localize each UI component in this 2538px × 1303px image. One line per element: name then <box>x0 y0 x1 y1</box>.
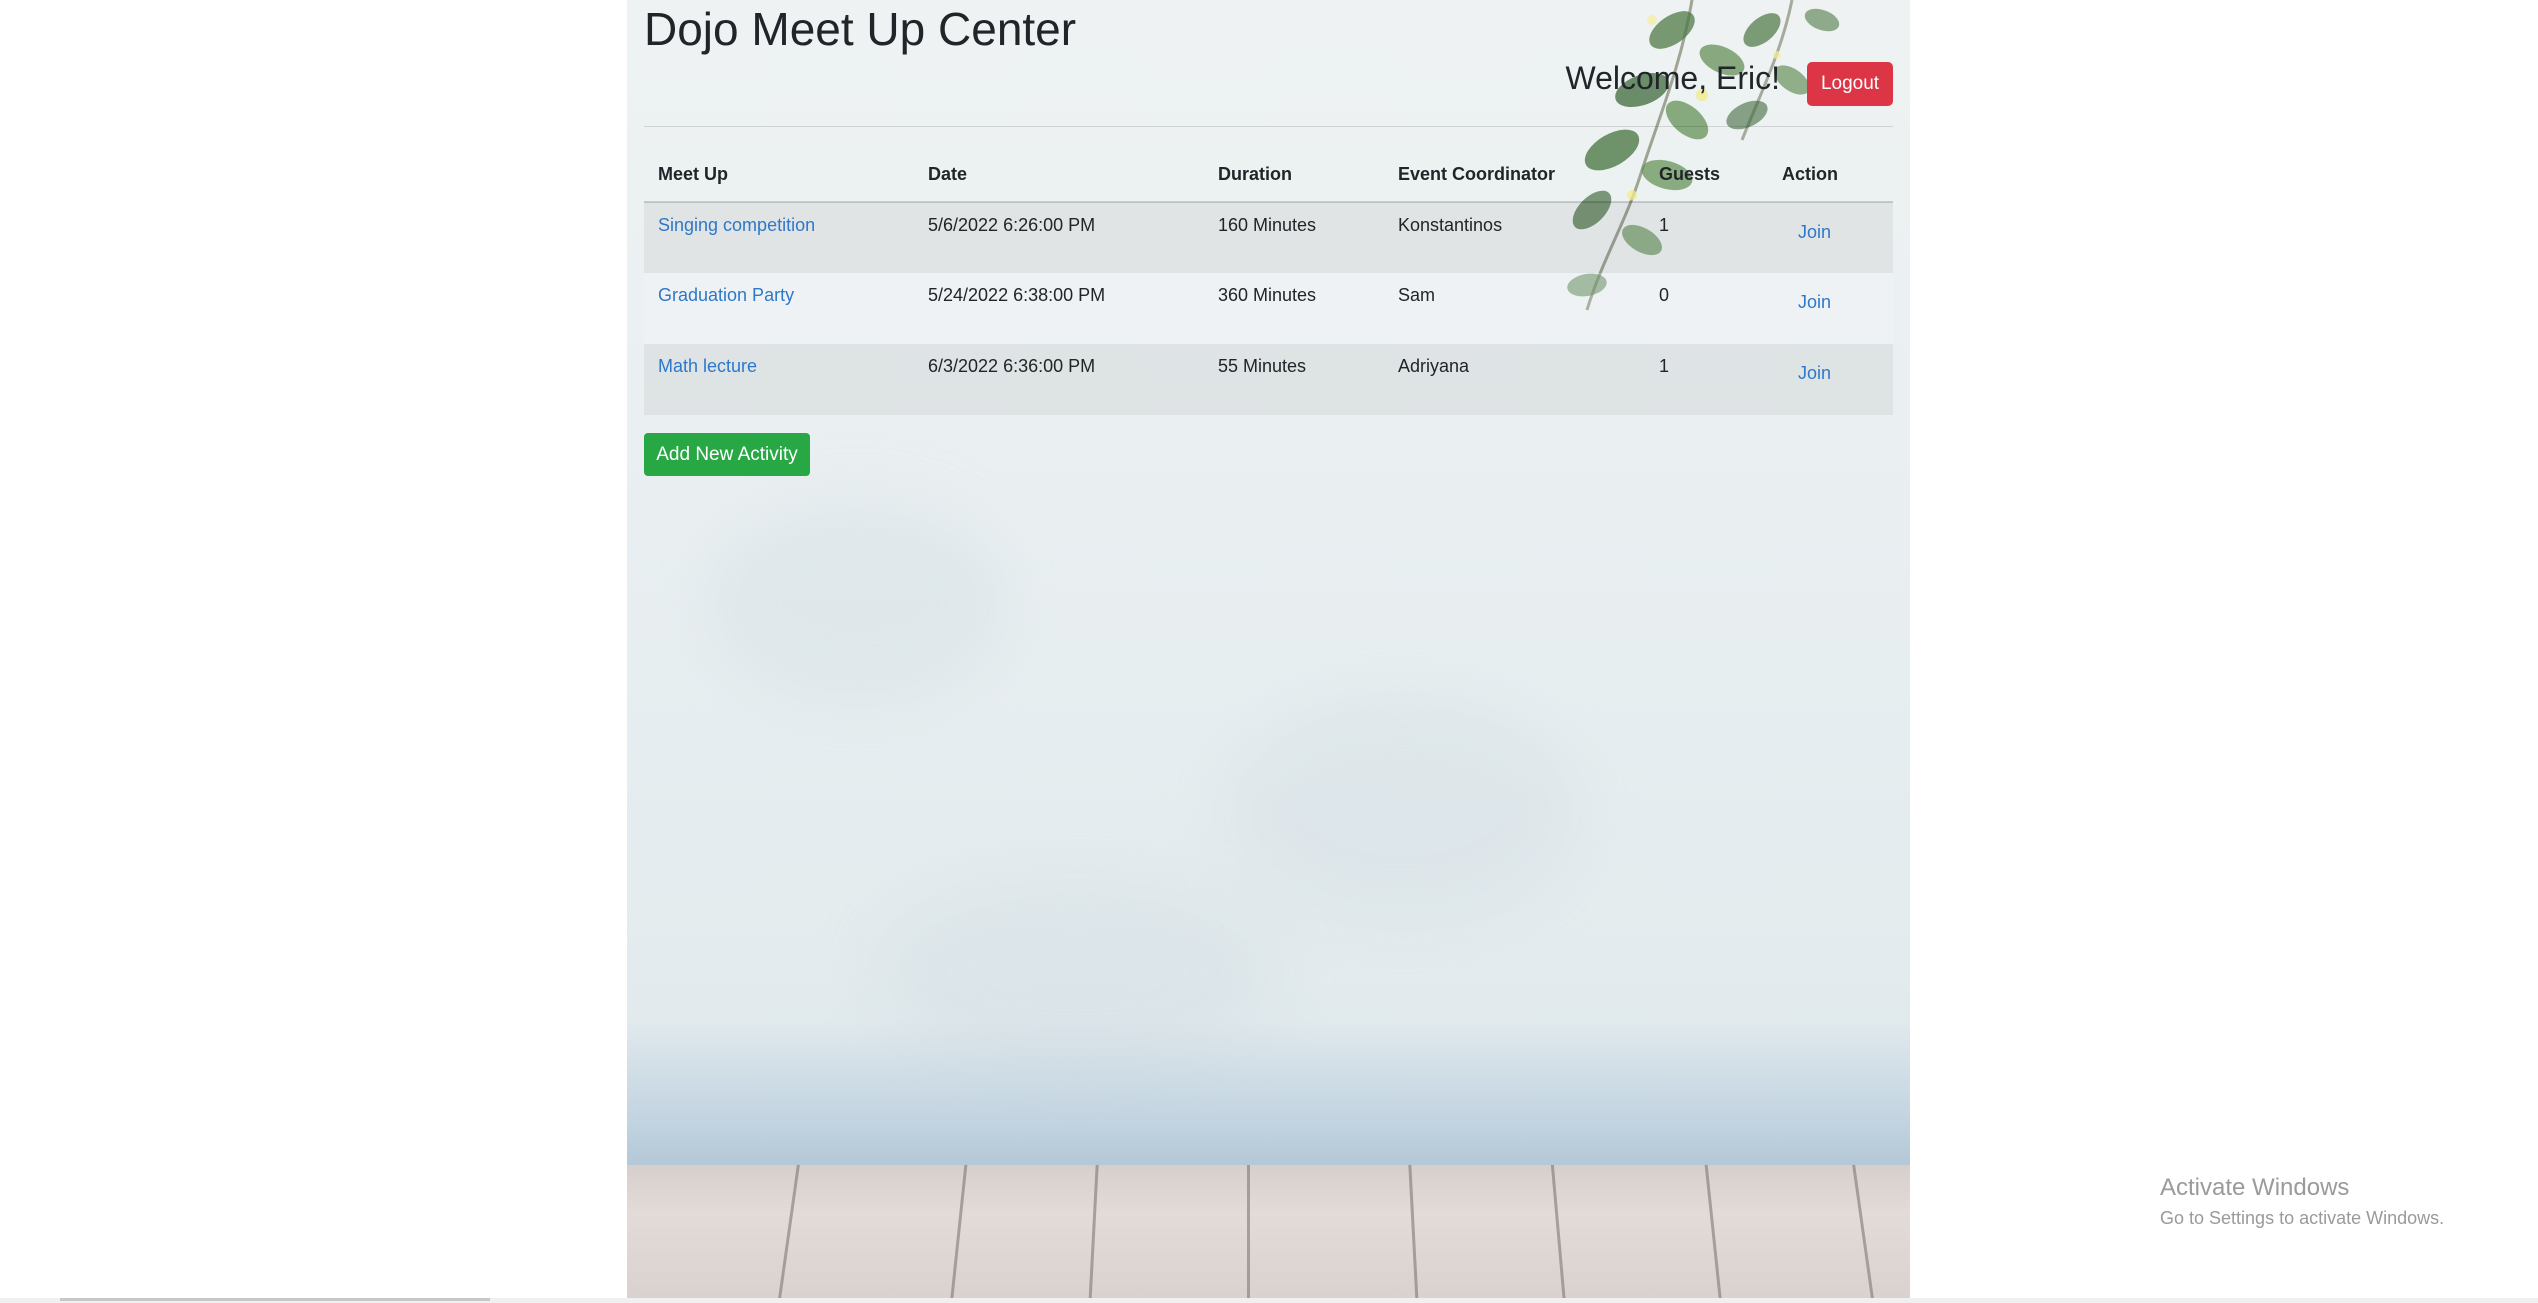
wall-texture <box>1227 700 1577 920</box>
column-header-duration: Duration <box>1204 148 1384 203</box>
date-cell: 5/6/2022 6:26:00 PM <box>914 202 1204 273</box>
duration-cell: 360 Minutes <box>1204 273 1384 344</box>
meetup-cell: Math lecture <box>644 344 914 415</box>
table-row: Math lecture 6/3/2022 6:36:00 PM 55 Minu… <box>644 344 1893 415</box>
meetup-link[interactable]: Math lecture <box>658 356 757 376</box>
page-title: Dojo Meet Up Center <box>644 3 1077 55</box>
column-header-guests: Guests <box>1645 148 1768 203</box>
guests-cell: 1 <box>1645 202 1768 273</box>
duration-cell: 55 Minutes <box>1204 344 1384 415</box>
coordinator-cell: Adriyana <box>1384 344 1645 415</box>
date-cell: 5/24/2022 6:38:00 PM <box>914 273 1204 344</box>
column-header-date: Date <box>914 148 1204 203</box>
guests-cell: 1 <box>1645 344 1768 415</box>
guests-cell: 0 <box>1645 273 1768 344</box>
floor-plank-line <box>1247 1165 1250 1298</box>
watermark-title: Activate Windows <box>2160 1174 2350 1201</box>
wall-texture <box>707 500 1007 700</box>
wall-shadow <box>627 1020 1910 1170</box>
activate-windows-watermark: Activate Windows Go to Settings to activ… <box>2160 1174 2444 1229</box>
add-new-activity-button[interactable]: Add New Activity <box>644 433 810 476</box>
meetup-link[interactable]: Graduation Party <box>658 285 794 305</box>
table-header-row: Meet Up Date Duration Event Coordinator … <box>644 148 1893 203</box>
meetup-cell: Graduation Party <box>644 273 914 344</box>
table-row: Singing competition 5/6/2022 6:26:00 PM … <box>644 202 1893 273</box>
table-row: Graduation Party 5/24/2022 6:38:00 PM 36… <box>644 273 1893 344</box>
column-header-coordinator: Event Coordinator <box>1384 148 1645 203</box>
action-cell: Join <box>1768 202 1893 273</box>
column-header-meetup: Meet Up <box>644 148 914 203</box>
watermark-subtitle: Go to Settings to activate Windows. <box>2160 1208 2445 1228</box>
meetups-table: Meet Up Date Duration Event Coordinator … <box>644 148 1893 415</box>
logout-button[interactable]: Logout <box>1807 62 1893 106</box>
action-cell: Join <box>1768 344 1893 415</box>
coordinator-cell: Konstantinos <box>1384 202 1645 273</box>
meetup-cell: Singing competition <box>644 202 914 273</box>
welcome-message: Welcome, Eric! <box>1565 60 1780 96</box>
join-link[interactable]: Join <box>1798 292 1831 312</box>
duration-cell: 160 Minutes <box>1204 202 1384 273</box>
join-link[interactable]: Join <box>1798 363 1831 383</box>
meetup-link[interactable]: Singing competition <box>658 215 815 235</box>
action-cell: Join <box>1768 273 1893 344</box>
join-link[interactable]: Join <box>1798 222 1831 242</box>
scrollbar-thumb[interactable] <box>60 1298 490 1301</box>
browser-viewport: Dojo Meet Up Center Welcome, Eric! Logou… <box>0 0 2538 1303</box>
header-divider <box>644 126 1893 127</box>
column-header-action: Action <box>1768 148 1893 203</box>
coordinator-cell: Sam <box>1384 273 1645 344</box>
date-cell: 6/3/2022 6:36:00 PM <box>914 344 1204 415</box>
page-container: Dojo Meet Up Center Welcome, Eric! Logou… <box>627 0 1910 1298</box>
